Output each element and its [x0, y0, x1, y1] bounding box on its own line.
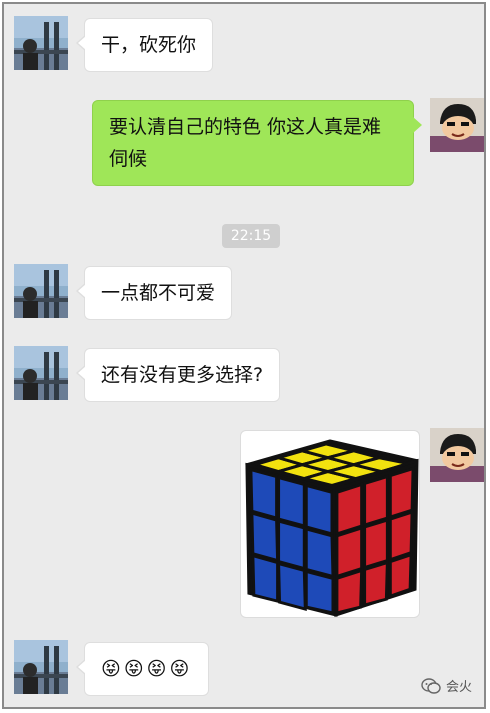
message-bubble-incoming[interactable]: 一点都不可爱 — [75, 266, 233, 320]
rubiks-cube-image — [245, 439, 419, 617]
contact-avatar[interactable] — [14, 346, 68, 400]
emoji-icon: 😝 — [169, 658, 190, 680]
contact-avatar[interactable] — [14, 16, 68, 70]
emoji-icon: 😝 — [146, 658, 167, 680]
message-text: 一点都不可爱 — [101, 282, 216, 304]
message-bubble-incoming[interactable]: 😝 😝 😝 😝 — [75, 642, 210, 696]
chat-window: 干，砍死你 要认清自己的特色 你这人真是难伺候 22:15 一点都不可爱 还有没… — [2, 2, 486, 709]
message-bubble-incoming[interactable]: 还有没有更多选择? — [75, 348, 281, 402]
self-avatar[interactable] — [430, 98, 484, 152]
message-text: 要认清自己的特色 你这人真是难伺候 — [109, 116, 382, 170]
self-avatar[interactable] — [430, 428, 484, 482]
watermark-text: 会火 — [445, 680, 472, 695]
contact-avatar[interactable] — [14, 264, 68, 318]
emoji-icon: 😝 — [101, 658, 121, 680]
emoji-icon: 😝 — [123, 658, 144, 680]
message-bubble-outgoing[interactable]: 要认清自己的特色 你这人真是难伺候 — [92, 100, 422, 186]
message-text: 还有没有更多选择? — [101, 364, 264, 386]
wechat-icon — [421, 677, 441, 694]
contact-avatar[interactable] — [14, 640, 68, 694]
timestamp: 22:15 — [222, 224, 280, 248]
message-text: 干，砍死你 — [101, 34, 197, 56]
image-message[interactable] — [240, 430, 420, 618]
message-bubble-incoming[interactable]: 干，砍死你 — [75, 18, 214, 72]
watermark: 会火 — [421, 676, 472, 695]
